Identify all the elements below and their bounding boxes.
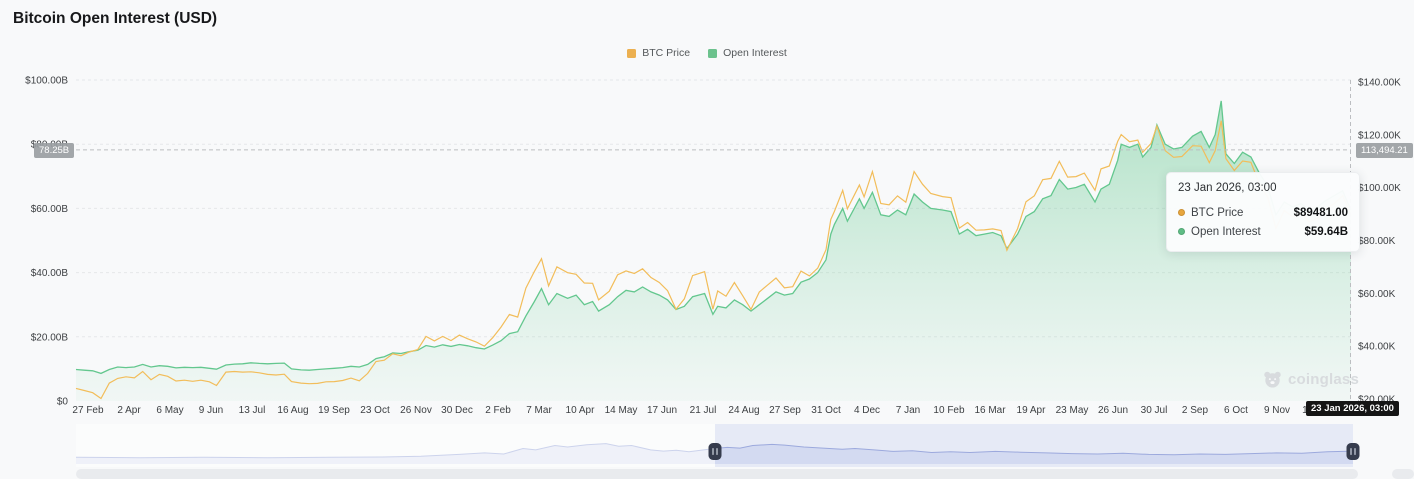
scrollbar-corner[interactable] — [1392, 469, 1414, 479]
x-axis-tick-label: 9 Nov — [1264, 405, 1290, 416]
right-axis-tick-label: $60.00K — [1358, 289, 1396, 300]
x-axis-tick-label: 19 Apr — [1017, 405, 1047, 416]
left-axis-tick-label: $40.00B — [31, 268, 69, 279]
left-axis-tick-label: $100.00B — [25, 76, 68, 87]
x-axis-tick-label: 16 Aug — [277, 405, 308, 416]
x-axis-tick-label: 17 Jun — [647, 405, 677, 416]
x-axis-tick-label: 27 Sep — [769, 405, 801, 416]
left-axis-tick-label: $20.00B — [31, 332, 69, 343]
x-axis-tick-label: 2 Apr — [117, 405, 141, 416]
tooltip-series-label: Open Interest — [1191, 225, 1261, 238]
tooltip-series-value: $89481.00 — [1293, 206, 1348, 219]
navigator-right-handle[interactable] — [1346, 443, 1360, 460]
right-axis-tick-label: $40.00K — [1358, 342, 1396, 353]
tooltip-date: 23 Jan 2026, 03:00 — [1178, 182, 1277, 194]
x-axis-tick-label: 23 Oct — [360, 405, 390, 416]
navigator-unselected-region[interactable] — [76, 424, 716, 467]
x-axis-tick-label: 31 Oct — [811, 405, 841, 416]
bitcoin-open-interest-chart: Bitcoin Open Interest (USD) BTC Price Ope… — [0, 0, 1414, 479]
x-axis-tick-label: 2 Sep — [1182, 405, 1209, 416]
x-axis-tick-label: 19 Sep — [318, 405, 350, 416]
x-axis-tick-label: 30 Dec — [441, 405, 473, 416]
x-axis-tick-label: 2 Feb — [485, 405, 511, 416]
left-axis-tick-label: $0 — [57, 397, 69, 408]
right-axis-tick-label: $80.00K — [1358, 236, 1396, 247]
right-axis-tick-label: $100.00K — [1358, 183, 1401, 194]
crosshair-date-badge: 23 Jan 2026, 03:00 — [1306, 401, 1399, 416]
tooltip-row: BTC Price $89481.00 — [1178, 203, 1348, 222]
x-axis-tick-label: 30 Jul — [1141, 405, 1168, 416]
x-axis-tick-label: 23 May — [1056, 405, 1089, 416]
navigator-left-handle[interactable] — [708, 443, 722, 460]
x-axis-tick-label: 7 Jan — [896, 405, 920, 416]
series-dot-icon — [1178, 228, 1185, 235]
crosshair-oi-badge: 78.25B — [34, 143, 75, 158]
x-axis-tick-label: 7 Mar — [526, 405, 552, 416]
open-interest-area — [76, 100, 1351, 402]
x-axis-tick-label: 16 Mar — [974, 405, 1006, 416]
x-axis-tick-label: 13 Jul — [239, 405, 266, 416]
x-axis-tick-label: 10 Apr — [566, 405, 596, 416]
x-axis-tick-label: 26 Nov — [400, 405, 432, 416]
tooltip-series-value: $59.64B — [1304, 225, 1348, 238]
x-axis-tick-label: 4 Dec — [854, 405, 880, 416]
coinglass-logo-icon — [1264, 371, 1281, 388]
tooltip-row: Open Interest $59.64B — [1178, 222, 1348, 241]
x-axis-tick-label: 26 Jun — [1098, 405, 1128, 416]
left-axis-tick-label: $60.00B — [31, 204, 69, 215]
x-axis-tick-label: 6 Oct — [1224, 405, 1248, 416]
right-axis-tick-label: $120.00K — [1358, 130, 1401, 141]
x-axis-tick-label: 27 Feb — [72, 405, 104, 416]
x-axis-tick-label: 6 May — [156, 405, 183, 416]
chart-tooltip: 23 Jan 2026, 03:00 BTC Price $89481.00 Ope… — [1166, 172, 1360, 252]
watermark-label: coinglass — [1288, 371, 1359, 388]
horizontal-scrollbar[interactable] — [76, 469, 1358, 479]
right-axis-tick-label: $140.00K — [1358, 78, 1401, 89]
x-axis-tick-label: 21 Jul — [690, 405, 717, 416]
coinglass-watermark: coinglass — [1262, 369, 1359, 390]
x-axis-tick-label: 10 Feb — [933, 405, 965, 416]
x-axis-tick-label: 9 Jun — [199, 405, 223, 416]
crosshair-price-badge: 113,494.21 — [1356, 143, 1413, 158]
tooltip-series-label: BTC Price — [1191, 206, 1244, 219]
x-axis-tick-label: 14 May — [605, 405, 638, 416]
navigator-selected-region[interactable] — [715, 424, 1353, 467]
series-dot-icon — [1178, 209, 1185, 216]
x-axis-tick-label: 24 Aug — [728, 405, 759, 416]
